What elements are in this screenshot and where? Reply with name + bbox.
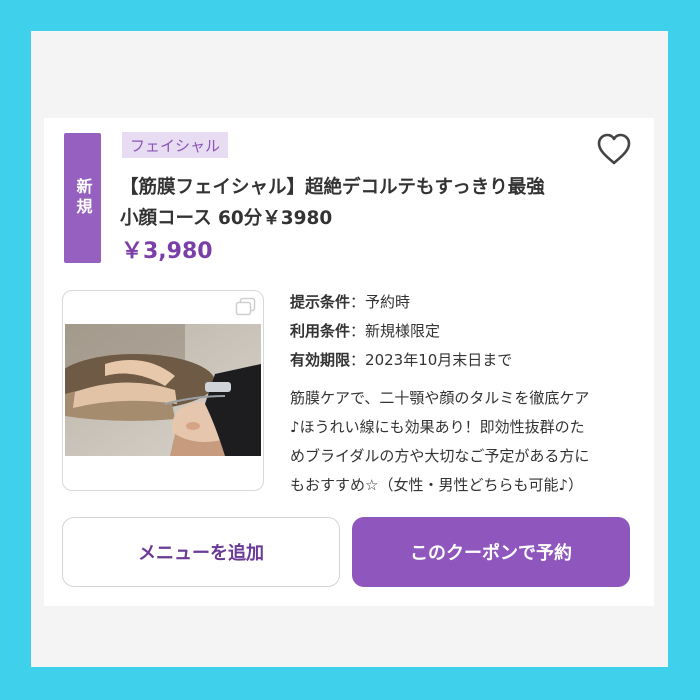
- price: ￥3,980: [121, 239, 213, 264]
- facial-treatment-image: [65, 324, 261, 456]
- condition-expiry: 有効期限 ： 2023年10月末日まで: [290, 346, 512, 375]
- copy-icon: [235, 297, 257, 317]
- condition-value: 新規様限定: [365, 322, 441, 340]
- description-line: 筋膜ケアで、二十顎や顔のタルミを徹底ケア: [290, 389, 590, 407]
- reserve-coupon-button[interactable]: このクーポンで予約: [352, 517, 630, 587]
- condition-value: 予約時: [365, 293, 411, 311]
- add-menu-button[interactable]: メニューを追加: [62, 517, 340, 587]
- description-line: ♪ほうれい線にも効果あり！即効性抜群のた: [290, 418, 585, 436]
- condition-separator: ：: [350, 293, 366, 311]
- condition-label: 提示条件: [290, 293, 351, 311]
- condition-label: 利用条件: [290, 322, 351, 340]
- conditions-list: 提示条件 ： 予約時 利用条件 ： 新規様限定 有効期限 ： 2023年10月末…: [290, 288, 512, 375]
- condition-usage: 利用条件 ： 新規様限定: [290, 317, 512, 346]
- condition-separator: ：: [350, 351, 366, 369]
- coupon-description: 筋膜ケアで、二十顎や顔のタルミを徹底ケア ♪ほうれい線にも効果あり！即効性抜群の…: [290, 384, 640, 500]
- condition-label: 有効期限: [290, 351, 351, 369]
- title-line-1: 【筋膜フェイシャル】超絶デコルテもすっきり最強: [120, 177, 545, 198]
- coupon-photo[interactable]: [62, 290, 264, 491]
- condition-presentation: 提示条件 ： 予約時: [290, 288, 512, 317]
- description-line: めブライダルの方や大切なご予定がある方に: [290, 447, 590, 465]
- condition-value: 2023年10月末日まで: [365, 351, 513, 369]
- title-line-2: 小顔コース 60分￥3980: [120, 208, 333, 229]
- description-line: もおすすめ☆（女性・男性どちらも可能♪）: [290, 476, 584, 494]
- coupon-title: 【筋膜フェイシャル】超絶デコルテもすっきり最強 小顔コース 60分￥3980: [120, 172, 590, 234]
- heart-icon[interactable]: [596, 132, 632, 166]
- condition-separator: ：: [350, 322, 366, 340]
- new-badge: 新規: [64, 133, 101, 263]
- category-tag: フェイシャル: [122, 132, 229, 158]
